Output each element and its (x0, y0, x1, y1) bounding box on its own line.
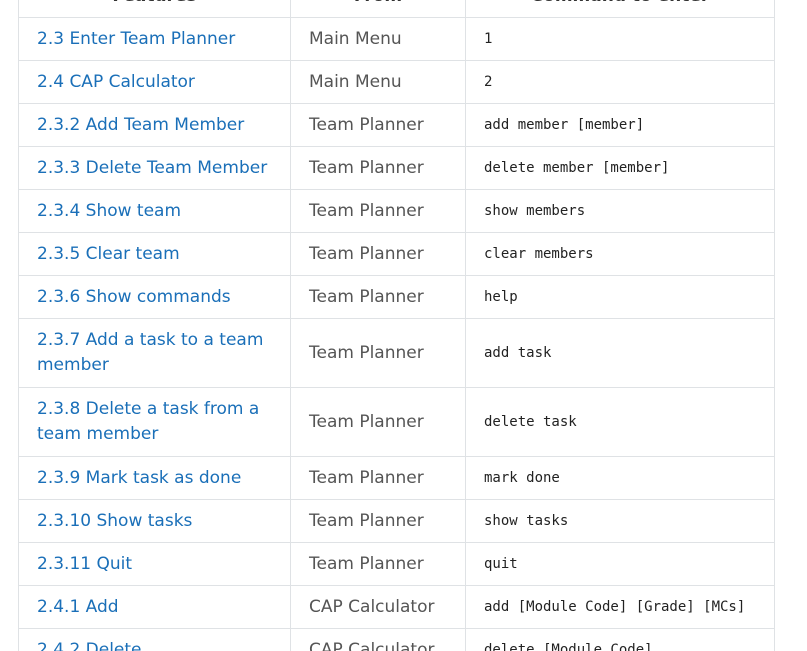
table-row: 2.3.4 Show team Team Planner show member… (18, 189, 775, 233)
from-cell: Team Planner (290, 103, 466, 147)
feature-link[interactable]: 2.4 CAP Calculator (37, 72, 195, 92)
feature-link[interactable]: 2.3.8 Delete a task from a team member (37, 399, 259, 444)
table-row: 2.4 CAP Calculator Main Menu 2 (18, 60, 775, 104)
command-cell: 2 (465, 60, 775, 104)
feature-cell: 2.3.11 Quit (18, 542, 291, 586)
feature-cell: 2.3 Enter Team Planner (18, 17, 291, 61)
from-cell: CAP Calculator (290, 628, 466, 651)
feature-cell: 2.3.9 Mark task as done (18, 456, 291, 500)
features-table: Features From Command to enter 2.3 Enter… (18, 0, 775, 651)
command-cell: clear members (465, 232, 775, 276)
from-cell: Team Planner (290, 318, 466, 388)
from-cell: Team Planner (290, 499, 466, 543)
feature-cell: 2.3.8 Delete a task from a team member (18, 387, 291, 457)
document-viewport: Features From Command to enter 2.3 Enter… (0, 0, 807, 651)
feature-link[interactable]: 2.3.6 Show commands (37, 287, 231, 307)
from-cell: Main Menu (290, 60, 466, 104)
command-cell: delete [Module Code] (465, 628, 775, 651)
feature-cell: 2.4.1 Add (18, 585, 291, 629)
table-row: 2.3.10 Show tasks Team Planner show task… (18, 499, 775, 543)
table-row: 2.3.9 Mark task as done Team Planner mar… (18, 456, 775, 500)
from-cell: CAP Calculator (290, 585, 466, 629)
command-cell: add task (465, 318, 775, 388)
feature-link[interactable]: 2.3.7 Add a task to a team member (37, 330, 263, 375)
feature-link[interactable]: 2.3.10 Show tasks (37, 511, 192, 531)
feature-cell: 2.3.3 Delete Team Member (18, 146, 291, 190)
command-cell: add member [member] (465, 103, 775, 147)
feature-link[interactable]: 2.4.2 Delete (37, 640, 142, 651)
table-row: 2.3.5 Clear team Team Planner clear memb… (18, 232, 775, 276)
command-cell: mark done (465, 456, 775, 500)
table-row: 2.3.7 Add a task to a team member Team P… (18, 318, 775, 388)
feature-link[interactable]: 2.3.11 Quit (37, 554, 132, 574)
table-row: 2.4.1 Add CAP Calculator add [Module Cod… (18, 585, 775, 629)
feature-cell: 2.3.4 Show team (18, 189, 291, 233)
feature-link[interactable]: 2.4.1 Add (37, 597, 119, 617)
command-cell: help (465, 275, 775, 319)
feature-cell: 2.4 CAP Calculator (18, 60, 291, 104)
feature-cell: 2.3.10 Show tasks (18, 499, 291, 543)
feature-link[interactable]: 2.3 Enter Team Planner (37, 29, 235, 49)
header-command: Command to enter (465, 0, 775, 18)
table-row: 2.3.2 Add Team Member Team Planner add m… (18, 103, 775, 147)
feature-cell: 2.4.2 Delete (18, 628, 291, 651)
table-row: 2.3.8 Delete a task from a team member T… (18, 387, 775, 457)
feature-link[interactable]: 2.3.3 Delete Team Member (37, 158, 267, 178)
command-cell: quit (465, 542, 775, 586)
feature-link[interactable]: 2.3.9 Mark task as done (37, 468, 241, 488)
from-cell: Main Menu (290, 17, 466, 61)
command-cell: show tasks (465, 499, 775, 543)
command-cell: add [Module Code] [Grade] [MCs] (465, 585, 775, 629)
feature-cell: 2.3.2 Add Team Member (18, 103, 291, 147)
feature-cell: 2.3.5 Clear team (18, 232, 291, 276)
feature-link[interactable]: 2.3.5 Clear team (37, 244, 180, 264)
command-cell: 1 (465, 17, 775, 61)
table-row: 2.3 Enter Team Planner Main Menu 1 (18, 17, 775, 61)
table-header: Features From Command to enter (18, 0, 775, 18)
from-cell: Team Planner (290, 456, 466, 500)
header-from: From (290, 0, 466, 18)
feature-cell: 2.3.7 Add a task to a team member (18, 318, 291, 388)
header-row: Features From Command to enter (18, 0, 775, 18)
from-cell: Team Planner (290, 189, 466, 233)
header-features: Features (18, 0, 291, 18)
command-cell: show members (465, 189, 775, 233)
table-row: 2.3.11 Quit Team Planner quit (18, 542, 775, 586)
table-row: 2.3.6 Show commands Team Planner help (18, 275, 775, 319)
from-cell: Team Planner (290, 387, 466, 457)
from-cell: Team Planner (290, 232, 466, 276)
table-row: 2.3.3 Delete Team Member Team Planner de… (18, 146, 775, 190)
table-body: 2.3 Enter Team Planner Main Menu 1 2.4 C… (18, 17, 775, 651)
from-cell: Team Planner (290, 146, 466, 190)
table-row: 2.4.2 Delete CAP Calculator delete [Modu… (18, 628, 775, 651)
from-cell: Team Planner (290, 542, 466, 586)
from-cell: Team Planner (290, 275, 466, 319)
feature-link[interactable]: 2.3.4 Show team (37, 201, 181, 221)
command-cell: delete task (465, 387, 775, 457)
command-cell: delete member [member] (465, 146, 775, 190)
feature-cell: 2.3.6 Show commands (18, 275, 291, 319)
feature-link[interactable]: 2.3.2 Add Team Member (37, 115, 244, 135)
